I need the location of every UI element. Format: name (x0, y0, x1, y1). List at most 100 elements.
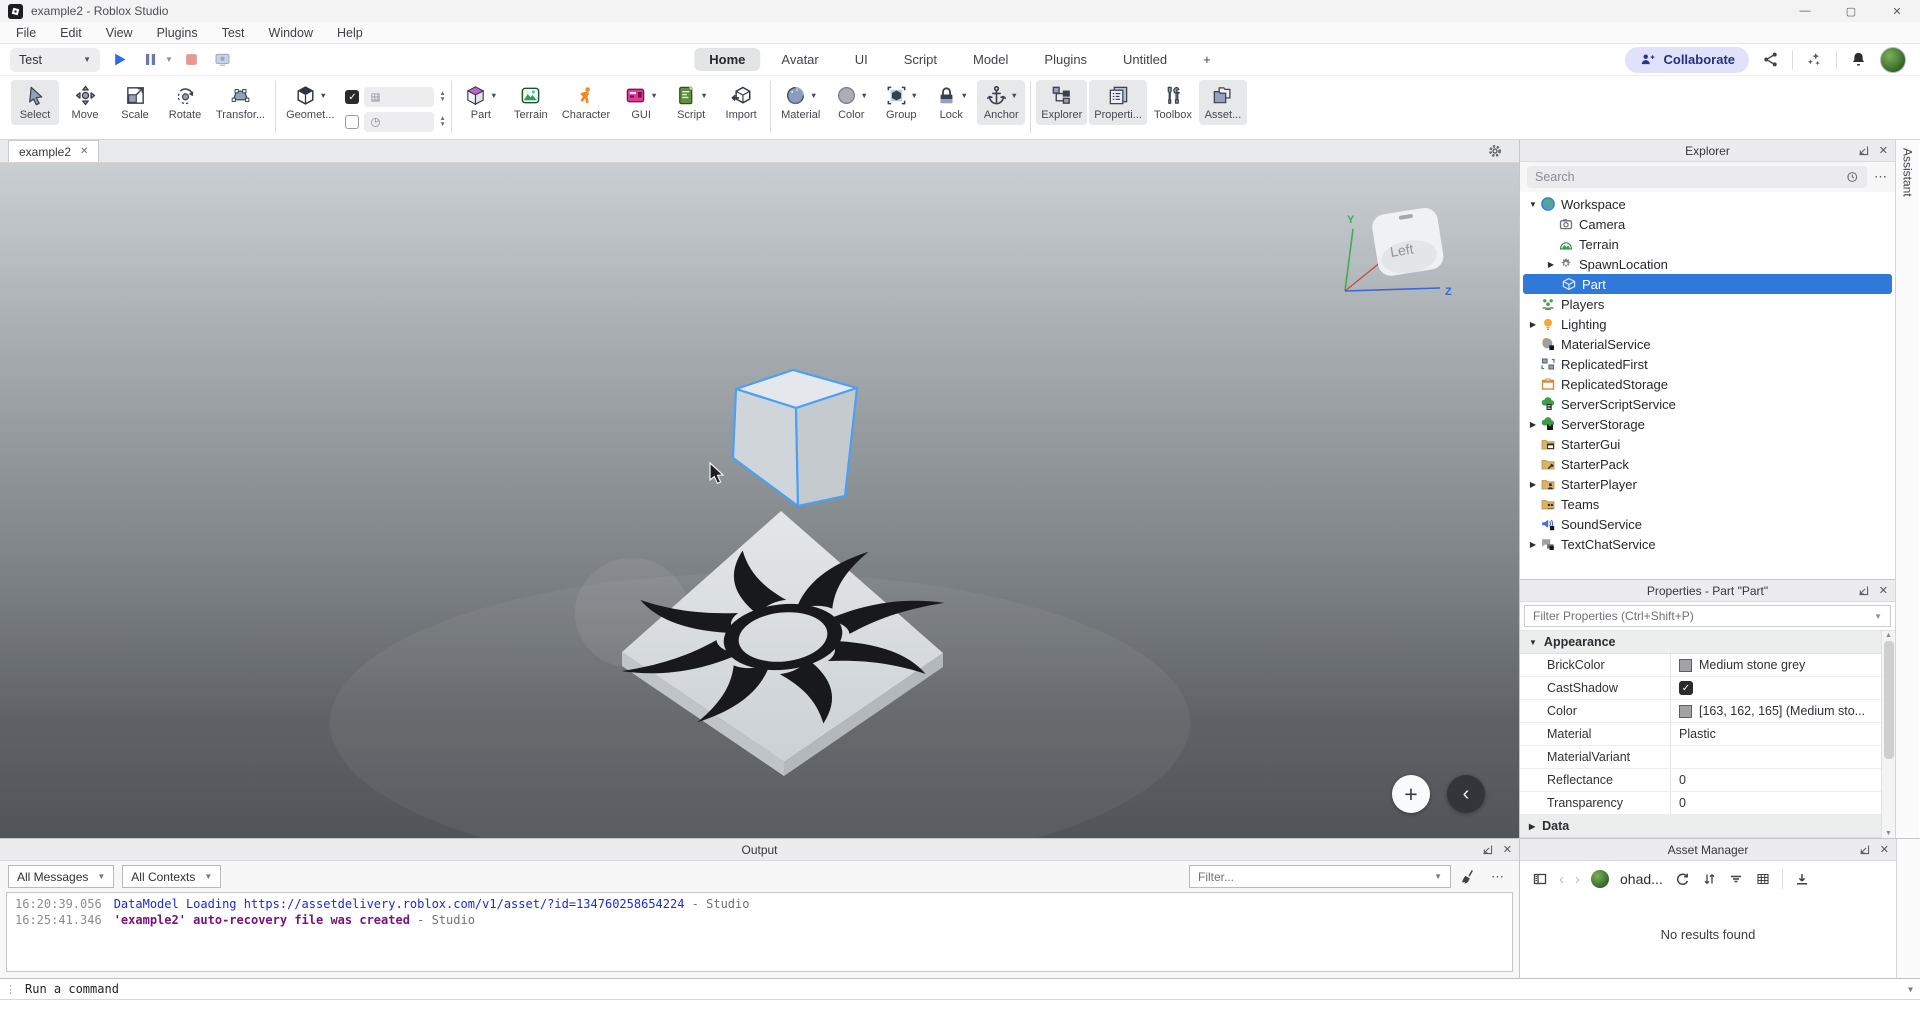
explorer-item-camera[interactable]: Camera (1520, 214, 1895, 234)
explorer-item-soundservice[interactable]: SoundService (1520, 514, 1895, 534)
checkbox-checked-icon[interactable]: ✓ (1679, 681, 1693, 695)
rotate-snap-select[interactable] (364, 112, 435, 132)
close-icon[interactable]: ✕ (1879, 144, 1888, 157)
dock-icon[interactable] (1857, 144, 1870, 157)
explorer-item-lighting[interactable]: ▶ Lighting (1520, 314, 1895, 334)
explorer-item-part[interactable]: Part (1523, 274, 1892, 294)
group-button[interactable]: ▼ Group (877, 80, 925, 125)
dock-icon[interactable] (1857, 584, 1870, 597)
section-expanded-arrow-icon[interactable]: ▼ (1529, 638, 1537, 647)
explorer-item-workspace[interactable]: ▼ Workspace (1520, 194, 1895, 214)
drag-handle-icon[interactable]: ⋮ (5, 983, 16, 996)
assistant-side-tab[interactable]: Assistant (1895, 140, 1919, 838)
zoom-in-plus-button[interactable]: + (1392, 775, 1430, 813)
color-button[interactable]: ▼ Color (827, 80, 875, 125)
geomet-button[interactable]: ▼ Geomet... (281, 80, 339, 125)
gui-button[interactable]: ▼ GUI (617, 80, 665, 125)
import-button[interactable]: Import (717, 80, 765, 125)
close-icon[interactable]: ✕ (1879, 584, 1888, 597)
explorer-menu-dots-icon[interactable]: ⋯ (1874, 169, 1888, 185)
clear-output-broom-icon[interactable] (1459, 868, 1477, 886)
explorer-item-spawnlocation[interactable]: ▶ SpawnLocation (1520, 254, 1895, 274)
transfor-button[interactable]: Transfor... (211, 80, 270, 125)
lock-button[interactable]: ▼ Lock (927, 80, 975, 125)
explorer-item-starterpack[interactable]: StarterPack (1520, 454, 1895, 474)
property-section-appearance[interactable]: ▼ Appearance (1520, 631, 1881, 654)
output-filter-input[interactable]: Filter... ▼ (1189, 865, 1451, 888)
menu-item-plugins[interactable]: Plugins (145, 26, 210, 40)
user-avatar[interactable] (1880, 46, 1906, 73)
menu-item-window[interactable]: Window (257, 26, 325, 40)
tab-avatar[interactable]: Avatar (766, 48, 833, 71)
tree-collapsed-arrow-icon[interactable]: ▶ (1526, 420, 1540, 429)
explorer-item-replicatedfirst[interactable]: ReplicatedFirst (1520, 354, 1895, 374)
properti-button[interactable]: Properti... (1089, 80, 1147, 125)
asset-button[interactable]: Asset... (1198, 80, 1247, 125)
toolbox-button[interactable]: Toolbox (1149, 80, 1197, 125)
property-value[interactable]: [163, 162, 165] (Medium sto... (1670, 700, 1881, 722)
rotate-snap-checkbox[interactable]: ✓ (345, 90, 360, 104)
property-section-data[interactable]: ▶ Data (1520, 815, 1881, 838)
explorer-button[interactable]: Explorer (1036, 80, 1088, 125)
play-button[interactable] (107, 48, 131, 72)
maximize-icon[interactable]: ▢ (1828, 0, 1874, 22)
explorer-item-players[interactable]: Players (1520, 294, 1895, 314)
notifications-bell-icon[interactable] (1849, 50, 1868, 69)
back-icon[interactable]: ‹ (1559, 871, 1564, 888)
explorer-item-replicatedstorage[interactable]: ReplicatedStorage (1520, 374, 1895, 394)
tree-expanded-arrow-icon[interactable]: ▼ (1526, 200, 1540, 209)
tree-collapsed-arrow-icon[interactable]: ▶ (1526, 480, 1540, 489)
scroll-up-icon[interactable]: ▲ (1885, 632, 1892, 639)
menu-item-file[interactable]: File (4, 26, 48, 40)
terrain-button[interactable]: Terrain (507, 80, 555, 125)
scroll-down-icon[interactable]: ▼ (1885, 830, 1892, 837)
menu-item-edit[interactable]: Edit (48, 26, 94, 40)
3d-viewport[interactable]: Y Z Left + ‹ (0, 163, 1519, 838)
assistant-sparkle-icon[interactable] (1805, 50, 1824, 69)
sort-icon[interactable] (1701, 871, 1717, 887)
tab-ui[interactable]: UI (840, 48, 883, 71)
close-icon[interactable]: ✕ (1880, 843, 1889, 856)
output-log[interactable]: 16:20:39.056 DataModel Loading https://as… (6, 892, 1513, 972)
property-value[interactable]: ✓ (1670, 677, 1881, 699)
close-icon[interactable]: ✕ (1503, 843, 1512, 856)
download-icon[interactable] (1794, 871, 1810, 887)
property-value[interactable]: 0 (1670, 792, 1881, 814)
close-icon[interactable]: ✕ (1874, 0, 1920, 22)
explorer-item-terrain[interactable]: Terrain (1520, 234, 1895, 254)
part-button[interactable]: ▼ Part (457, 80, 505, 125)
properties-scrollbar[interactable]: ▲ ▼ (1881, 631, 1895, 838)
property-value[interactable]: Plastic (1670, 723, 1881, 745)
tree-collapsed-arrow-icon[interactable]: ▶ (1544, 260, 1558, 269)
grid-snap-select[interactable] (364, 87, 435, 107)
explorer-item-materialservice[interactable]: MaterialService (1520, 334, 1895, 354)
property-value[interactable] (1670, 746, 1881, 768)
explorer-item-textchatservice[interactable]: ▶ TextChatService (1520, 534, 1895, 554)
sidebar-toggle-icon[interactable] (1532, 871, 1548, 887)
anchor-button[interactable]: ▼ Anchor (977, 80, 1026, 125)
tab-plugins[interactable]: Plugins (1029, 48, 1102, 71)
share-icon[interactable] (1761, 50, 1780, 69)
command-bar[interactable]: ⋮ Run a command ▼ (0, 978, 1920, 1000)
test-mode-select[interactable]: Test ▼ (10, 47, 100, 72)
collapse-chevron-button[interactable]: ‹ (1447, 775, 1485, 813)
stepper-up-down[interactable]: ▲ ▼ (439, 90, 445, 103)
history-icon[interactable] (1845, 170, 1859, 184)
collaborate-button[interactable]: Collaborate (1625, 46, 1749, 73)
refresh-icon[interactable] (1674, 871, 1690, 887)
tree-collapsed-arrow-icon[interactable]: ▶ (1526, 320, 1540, 329)
property-value[interactable]: Medium stone grey (1670, 654, 1881, 676)
stop-button[interactable] (180, 48, 204, 72)
minimize-icon[interactable]: — (1782, 0, 1828, 22)
message-filter-dropdown[interactable]: All Messages ▼ (8, 865, 115, 888)
explorer-item-serverscriptservice[interactable]: ServerScriptService (1520, 394, 1895, 414)
context-filter-dropdown[interactable]: All Contexts ▼ (122, 865, 222, 888)
pause-button[interactable] (138, 48, 162, 72)
properties-filter-input[interactable]: Filter Properties (Ctrl+Shift+P) ▼ (1524, 605, 1891, 627)
menu-item-test[interactable]: Test (210, 26, 257, 40)
tab-home[interactable]: Home (694, 48, 761, 71)
explorer-item-starterplayer[interactable]: ▶ StarterPlayer (1520, 474, 1895, 494)
script-button[interactable]: ▼ Script (667, 80, 715, 125)
chevron-down-icon[interactable]: ▼ (1908, 985, 1913, 994)
tab-script[interactable]: Script (889, 48, 952, 71)
